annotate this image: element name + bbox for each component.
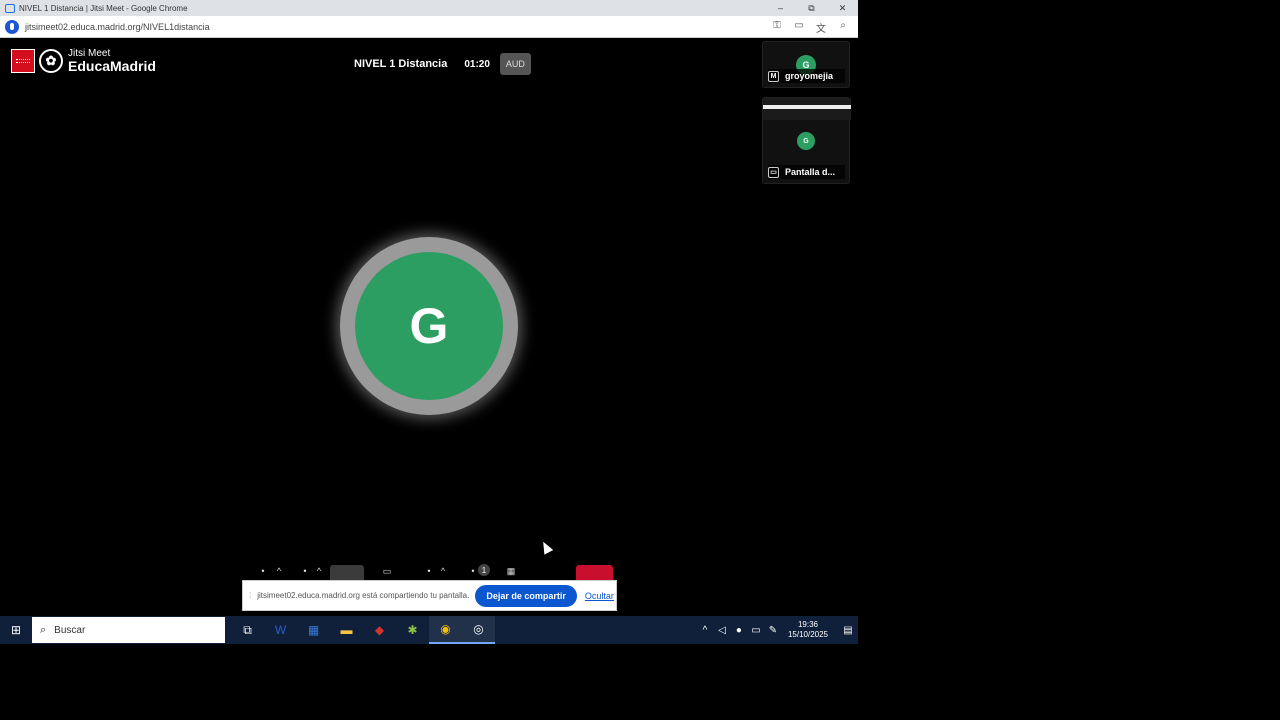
- minimize-button[interactable]: –: [765, 0, 796, 16]
- educamadrid-logo: ✿ Jitsi Meet EducaMadrid: [11, 49, 156, 73]
- microphone-in-use-icon[interactable]: [5, 19, 19, 34]
- drag-handle-icon[interactable]: ⁞: [249, 591, 251, 600]
- system-clock[interactable]: 19:36 15/10/2025: [788, 620, 828, 641]
- camera-options-chevron-icon[interactable]: ^: [310, 563, 328, 579]
- reactions-chevron-icon[interactable]: ^: [434, 563, 452, 579]
- translate-icon[interactable]: 文: [814, 20, 828, 35]
- search-placeholder: Buscar: [54, 624, 86, 636]
- participant-label: M groyomejia: [768, 69, 845, 83]
- pen-icon[interactable]: ✎: [765, 625, 781, 636]
- moderator-badge: M: [768, 70, 779, 82]
- taskbar-apps: ⧉ W ▦ ▬ ◆ ✱ ◉ ◎: [231, 616, 495, 644]
- speaker-icon[interactable]: ◁: [714, 625, 730, 636]
- screenshare-label: ▭ Pantalla d...: [768, 165, 845, 179]
- close-button[interactable]: ✕: [827, 0, 858, 16]
- participant-tile[interactable]: G M groyomejia: [762, 41, 850, 88]
- screen-share-icon: ▭: [768, 166, 779, 178]
- start-button[interactable]: ⊞: [0, 616, 32, 644]
- chat-button[interactable]: ▭: [378, 563, 396, 579]
- meeting-timer: 01:20: [464, 58, 490, 70]
- audio-badge: AUD: [499, 53, 531, 75]
- clock-time: 19:36: [797, 619, 818, 629]
- network-icon[interactable]: ▭: [748, 625, 764, 636]
- speaker-avatar: G: [340, 237, 518, 415]
- share-banner-message: jitsimeet02.educa.madrid.org está compar…: [257, 591, 470, 600]
- logo-bottom-text: EducaMadrid: [68, 58, 156, 74]
- notifications-icon[interactable]: ▤: [838, 625, 858, 636]
- chrome-title-bar: NIVEL 1 Distancia | Jitsi Meet - Google …: [0, 0, 858, 16]
- meeting-info: NIVEL 1 Distancia 01:20 AUD: [354, 53, 531, 75]
- address-bar-icons: ⚿ ▭ 文 ⌕: [770, 20, 850, 35]
- file-explorer-icon[interactable]: ▬: [330, 616, 363, 644]
- url-field[interactable]: jitsimeet02.educa.madrid.org/NIVEL1dista…: [25, 22, 210, 32]
- mic-options-chevron-icon[interactable]: ^: [270, 563, 288, 579]
- screenshare-tile[interactable]: G ▭ Pantalla d...: [762, 97, 851, 184]
- screenshare-preview: [763, 98, 851, 120]
- settings-icon[interactable]: ✱: [396, 616, 429, 644]
- madrid-flag-icon: [11, 49, 35, 73]
- word-icon[interactable]: W: [264, 616, 297, 644]
- meeting-stage: ✿ Jitsi Meet EducaMadrid NIVEL 1 Distanc…: [0, 39, 858, 616]
- window-controls: – ⧉ ✕: [765, 0, 858, 16]
- screen: NIVEL 1 Distancia | Jitsi Meet - Google …: [0, 0, 858, 644]
- zoom-icon[interactable]: ⌕: [836, 20, 850, 35]
- participants-count-badge: 1: [478, 564, 490, 576]
- screen-share-banner: ⁞ jitsimeet02.educa.madrid.org está comp…: [242, 580, 617, 611]
- calculator-icon[interactable]: ▦: [297, 616, 330, 644]
- crest-icon: ✿: [39, 49, 63, 73]
- screenshare-name: Pantalla d...: [785, 167, 836, 177]
- windows-taskbar: ⊞ ⌕ Buscar ⧉ W ▦ ▬ ◆ ✱ ◉ ◎ ^ ◁ ● ▭ ✎ 19:…: [0, 616, 858, 644]
- stop-sharing-button[interactable]: Dejar de compartir: [475, 584, 577, 607]
- task-view-icon[interactable]: ⧉: [231, 616, 264, 644]
- restore-button[interactable]: ⧉: [796, 0, 827, 16]
- microphone-icon[interactable]: ●: [731, 625, 747, 636]
- chrome-icon[interactable]: ◉: [429, 616, 462, 644]
- meeting-name: NIVEL 1 Distancia: [354, 58, 448, 70]
- participant-name: groyomejia: [785, 71, 834, 81]
- speaker-avatar-initial: G: [355, 252, 503, 400]
- clock-date: 15/10/2025: [787, 630, 828, 639]
- key-icon[interactable]: ⚿: [770, 20, 784, 35]
- recorder-icon[interactable]: ◎: [462, 616, 495, 644]
- system-tray: ^ ◁ ● ▭ ✎ 19:36 15/10/2025 ▤: [697, 616, 858, 644]
- meet-favicon-icon: [5, 3, 15, 13]
- chevron-up-icon[interactable]: ^: [697, 625, 713, 636]
- taskbar-search[interactable]: ⌕ Buscar: [32, 617, 225, 643]
- security-icon[interactable]: ◆: [363, 616, 396, 644]
- window-title: NIVEL 1 Distancia | Jitsi Meet - Google …: [19, 3, 188, 13]
- screenshare-avatar: G: [797, 132, 815, 150]
- hide-banner-link[interactable]: Ocultar: [585, 591, 614, 601]
- cast-icon[interactable]: ▭: [792, 20, 806, 35]
- address-bar: jitsimeet02.educa.madrid.org/NIVEL1dista…: [0, 16, 858, 38]
- tile-view-button[interactable]: ▦: [502, 563, 520, 579]
- search-icon: ⌕: [40, 623, 47, 636]
